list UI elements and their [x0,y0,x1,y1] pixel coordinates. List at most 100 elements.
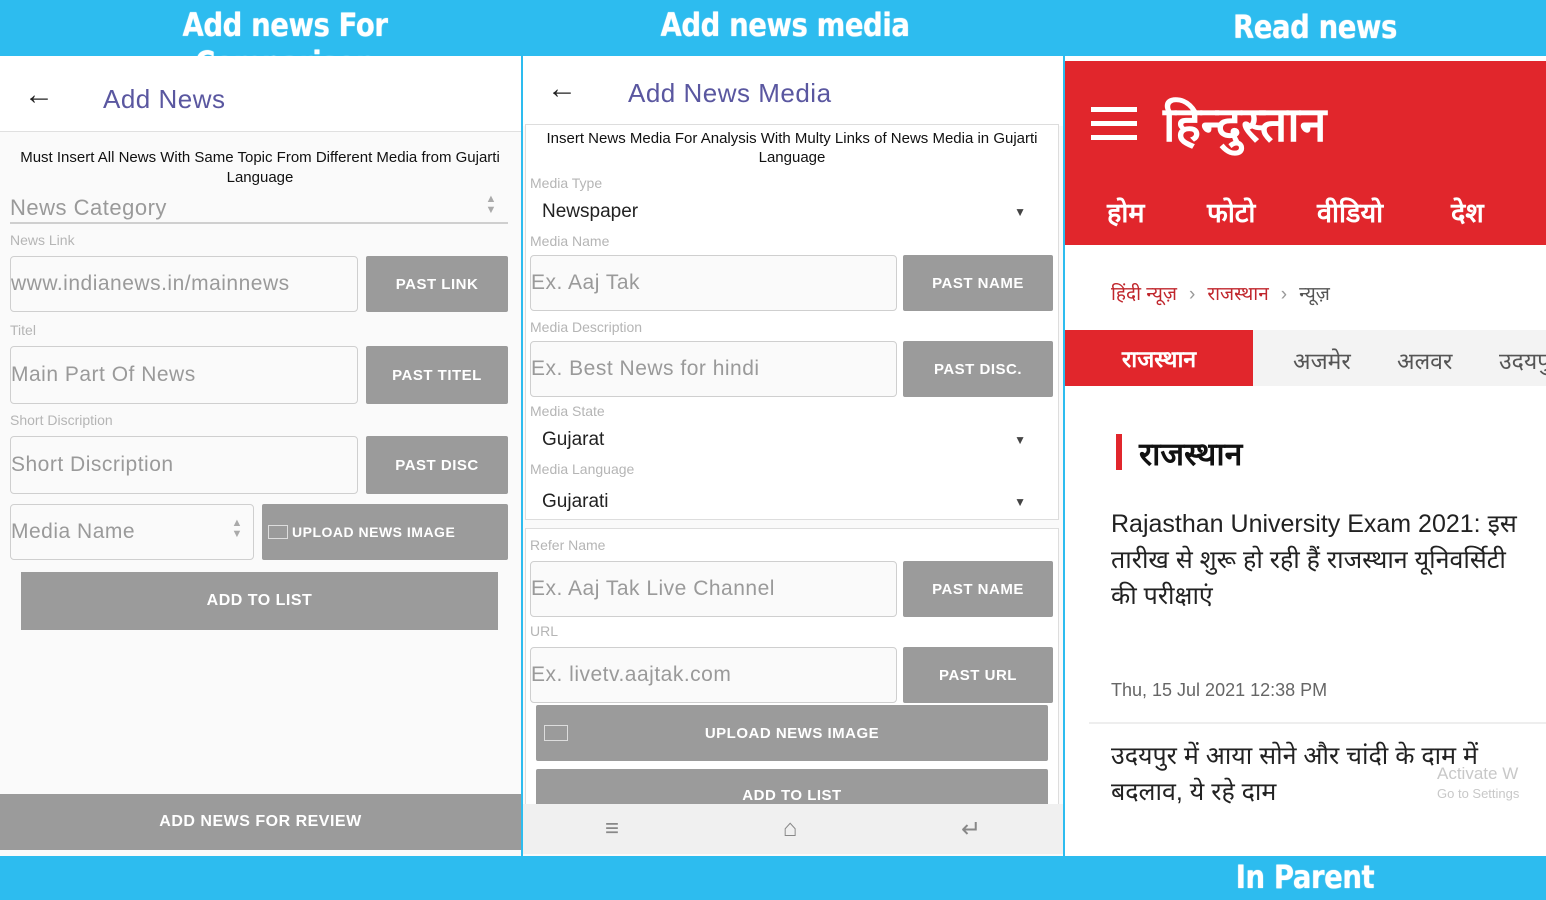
title-label: Titel [10,322,36,338]
tab-udaipur[interactable]: उदयपुर [1499,344,1546,376]
tab-rajasthan[interactable]: राजस्थान [1065,330,1253,386]
dropdown-arrow-icon: ▼ [1014,495,1026,509]
dropdown-arrow-icon: ▼ [1014,433,1026,447]
media-details-card: Insert News Media For Analysis With Mult… [525,124,1059,520]
news-category-spinner[interactable]: News Category [10,194,508,224]
dropdown-arrow-icon: ▼ [1014,205,1026,219]
section-marker [1116,434,1122,470]
media-description-placeholder: Ex. Best News for hindi [531,357,760,380]
refer-name-label: Refer Name [530,537,606,553]
breadcrumb-separator-icon: › [1280,284,1288,305]
add-news-screen: ← Add News Must Insert All News With Sam… [0,56,521,856]
media-name-placeholder: Media Name [11,520,136,543]
article-date: Thu, 15 Jul 2021 12:38 PM [1111,680,1328,700]
page-title: Add News [103,84,226,114]
hamburger-menu-icon[interactable] [1091,107,1137,149]
image-icon [268,525,288,539]
paste-name-button[interactable]: PAST NAME [903,255,1053,311]
site-logo[interactable]: हिन्दुस्तान [1163,91,1326,156]
watermark-line: Go to Settings [1437,786,1520,801]
media-state-value: Gujarat [542,429,605,450]
banner-bottom: In Parent website [1235,858,1375,900]
nav-home[interactable]: होम [1107,193,1144,230]
back-arrow-icon[interactable]: ← [547,74,577,104]
media-description-label: Media Description [530,319,643,335]
paste-refer-name-button[interactable]: PAST NAME [903,561,1053,617]
watermark-line: Activate W [1437,764,1519,783]
short-description-label: Short Discription [10,412,113,428]
back-arrow-icon[interactable]: ← [24,80,54,110]
nav-photo[interactable]: फोटो [1207,193,1255,230]
url-placeholder: Ex. livetv.aajtak.com [531,663,732,686]
title-placeholder: Main Part Of News [11,363,196,386]
media-language-dropdown[interactable]: Gujarati ▼ [542,487,1056,517]
refer-name-input[interactable]: Ex. Aaj Tak Live Channel [530,561,897,617]
media-name-spinner[interactable]: Media Name [10,504,254,560]
add-to-list-button[interactable]: ADD TO LIST [21,572,498,630]
media-description-input[interactable]: Ex. Best News for hindi [530,341,897,397]
url-label: URL [530,623,559,639]
add-news-media-screen: ← Add News Media Insert News Media For A… [523,56,1063,856]
breadcrumb-item: न्यूज़ [1299,284,1330,305]
article-headline[interactable]: Rajasthan University Exam 2021: इस तारीख… [1111,506,1531,614]
page-title: Add News Media [628,78,832,108]
city-tabs: राजस्थान अजमेर अलवर उदयपुर [1065,330,1546,386]
paste-title-button[interactable]: PAST TITEL [366,346,508,404]
breadcrumb: हिंदी न्यूज़ › राजस्थान › न्यूज़ [1111,280,1330,306]
media-name-label: Media Name [530,233,610,249]
paste-description-button[interactable]: PAST DISC. [903,341,1053,397]
media-name-placeholder: Ex. Aaj Tak [531,271,641,294]
tab-alwar[interactable]: अलवर [1397,344,1452,376]
media-state-dropdown[interactable]: Gujarat ▼ [542,425,1056,455]
back-icon[interactable]: ↵ [961,815,981,844]
instruction-note: Must Insert All News With Same Topic Fro… [20,149,500,186]
add-news-for-review-button[interactable]: ADD NEWS FOR REVIEW [0,794,521,850]
short-description-input[interactable]: Short Discription [10,436,358,494]
breadcrumb-item[interactable]: हिंदी न्यूज़ [1111,284,1177,305]
media-state-label: Media State [530,403,605,419]
banner-right: Read news [1233,8,1397,46]
upload-news-image-label: UPLOAD NEWS IMAGE [704,724,880,742]
media-type-value: Newspaper [542,201,639,222]
news-link-value: www.indianews.in/mainnews [11,272,290,295]
paste-link-button[interactable]: PAST LINK [366,256,508,312]
nav-country[interactable]: देश [1451,193,1484,230]
app-bar: ← Add News [0,56,521,132]
upload-news-image-button[interactable]: UPLOAD NEWS IMAGE [536,705,1048,761]
media-type-label: Media Type [530,175,603,191]
hindustan-news-screen: हिन्दुस्तान होम फोटो वीडियो देश हिंदी न्… [1065,56,1546,856]
upload-news-image-button[interactable]: UPLOAD NEWS IMAGE [262,504,508,560]
paste-url-button[interactable]: PAST URL [903,647,1053,703]
media-language-label: Media Language [530,461,635,477]
reference-card: Refer Name Ex. Aaj Tak Live Channel PAST… [525,528,1059,825]
android-nav-bar: ≡ ⌂ ↵ [523,804,1063,854]
tab-ajmer[interactable]: अजमेर [1293,344,1351,376]
spinner-arrows-icon: ▲ ▼ [485,193,497,216]
site-header: हिन्दुस्तान होम फोटो वीडियो देश [1065,61,1546,245]
add-to-list-label: ADD TO LIST [742,787,842,804]
instruction-note: Insert News Media For Analysis With Mult… [546,130,1038,166]
media-type-dropdown[interactable]: Newspaper ▼ [542,197,1056,227]
menu-icon[interactable]: ≡ [605,815,619,843]
section-title: राजस्थान [1139,436,1243,472]
refer-name-placeholder: Ex. Aaj Tak Live Channel [531,577,775,600]
upload-news-image-label: UPLOAD NEWS IMAGE [292,524,456,540]
banner-middle: Add news media [660,6,910,44]
home-icon[interactable]: ⌂ [783,815,798,843]
url-input[interactable]: Ex. livetv.aajtak.com [530,647,897,703]
breadcrumb-separator-icon: › [1189,284,1196,305]
paste-description-button[interactable]: PAST DISC [366,436,508,494]
title-input[interactable]: Main Part Of News [10,346,358,404]
news-category-placeholder: News Category [10,195,167,220]
spinner-arrows-icon: ▲ ▼ [231,517,243,540]
media-name-input[interactable]: Ex. Aaj Tak [530,255,897,311]
short-description-placeholder: Short Discription [11,453,174,476]
nav-video[interactable]: वीडियो [1317,193,1383,230]
news-link-input[interactable]: www.indianews.in/mainnews [10,256,358,312]
image-icon [544,725,568,741]
app-bar: ← Add News Media [523,56,1063,126]
divider [1089,722,1546,724]
breadcrumb-item[interactable]: राजस्थान [1207,284,1268,305]
media-language-value: Gujarati [542,491,609,512]
news-link-label: News Link [10,232,75,248]
